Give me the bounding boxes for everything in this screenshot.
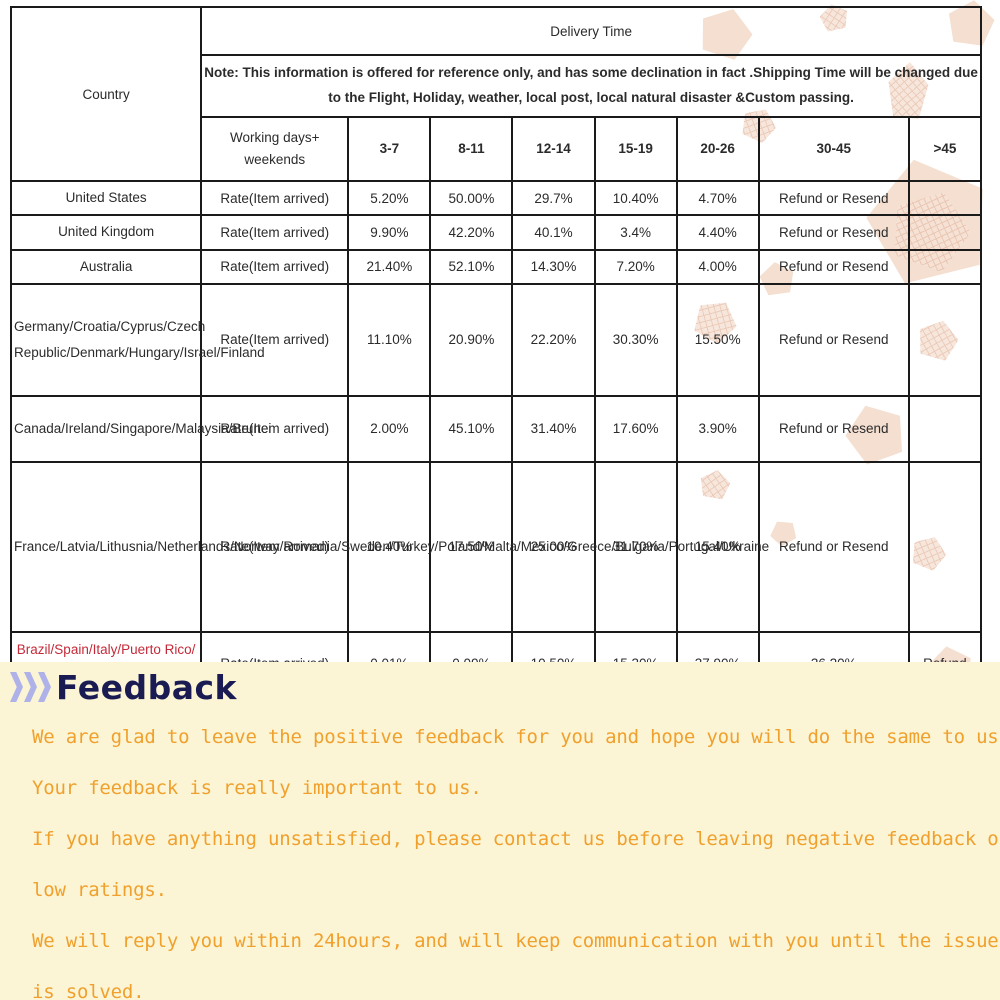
column-header-30-45: 30-45 bbox=[757, 116, 910, 182]
feedback-line: Your feedback is really important to us. bbox=[32, 777, 482, 799]
rate-cell: Rate(Item arrived) bbox=[200, 282, 350, 397]
rate-cell: Rate(Item arrived) bbox=[200, 460, 350, 633]
delivery-rate-3-7: 2.00% bbox=[347, 394, 432, 463]
shipping-info-page: Country Delivery Time Note: This informa… bbox=[0, 0, 1000, 1000]
chevron-right-icon-group bbox=[10, 672, 52, 702]
country-header-cell: Country bbox=[9, 6, 203, 182]
feedback-title: Feedback bbox=[56, 667, 237, 707]
delivery-rate-30-45: Refund or Resend bbox=[757, 248, 910, 285]
country-cell: United Kingdom bbox=[9, 214, 203, 251]
delivery-rate-15-19: 7.20% bbox=[593, 248, 678, 285]
column-header-12-14: 12-14 bbox=[511, 116, 596, 182]
delivery-rate-over-45 bbox=[907, 394, 983, 463]
table-row: Germany/Croatia/Cyprus/Czech Republic/De… bbox=[9, 282, 983, 397]
rate-cell: Rate(Item arrived) bbox=[200, 179, 350, 217]
feedback-line: low ratings. bbox=[32, 879, 167, 901]
delivery-rate-20-26: 4.40% bbox=[675, 214, 760, 251]
feedback-line: We are glad to leave the positive feedba… bbox=[32, 726, 1000, 748]
column-header-working-days: Working days+ weekends bbox=[200, 116, 350, 182]
delivery-rate-3-7: 11.10% bbox=[347, 282, 432, 397]
column-header-15-19: 15-19 bbox=[593, 116, 678, 182]
delivery-rate-15-19: 10.40% bbox=[593, 179, 678, 217]
delivery-rate-15-19: 17.60% bbox=[593, 394, 678, 463]
delivery-rate-12-14: 29.7% bbox=[511, 179, 596, 217]
rate-cell: Rate(Item arrived) bbox=[200, 214, 350, 251]
table-row: Canada/Ireland/Singapore/Malaysia/Brunei… bbox=[9, 394, 983, 463]
working-days-line2: weekends bbox=[244, 152, 306, 167]
delivery-rate-8-11: 42.20% bbox=[429, 214, 514, 251]
delivery-rate-15-19: 3.4% bbox=[593, 214, 678, 251]
delivery-rate-8-11: 52.10% bbox=[429, 248, 514, 285]
rate-cell: Rate(Item arrived) bbox=[200, 248, 350, 285]
table-row: France/Latvia/Lithusnia/Netherlands/Norw… bbox=[9, 460, 983, 633]
delivery-rate-3-7: 5.20% bbox=[347, 179, 432, 217]
delivery-rate-30-45: Refund or Resend bbox=[757, 394, 910, 463]
column-header-20-26: 20-26 bbox=[675, 116, 760, 182]
table-row: Australia Rate(Item arrived) 21.40% 52.10% 1… bbox=[9, 248, 983, 285]
feedback-line: is solved. bbox=[32, 981, 145, 1000]
delivery-rate-8-11: 45.10% bbox=[429, 394, 514, 463]
column-header-over-45: >45 bbox=[907, 116, 983, 182]
delivery-rate-over-45 bbox=[907, 179, 983, 217]
delivery-rate-30-45: Refund or Resend bbox=[757, 214, 910, 251]
delivery-rate-12-14: 31.40% bbox=[511, 394, 596, 463]
country-cell: United States bbox=[9, 179, 203, 217]
country-cell: Germany/Croatia/Cyprus/Czech Republic/De… bbox=[9, 282, 265, 397]
table-row: United States Rate(Item arrived) 5.20% 50.0… bbox=[9, 179, 983, 217]
feedback-heading: Feedback bbox=[0, 662, 1000, 708]
shipping-note-cell: Note: This information is offered for re… bbox=[200, 54, 982, 118]
delivery-rate-30-45: Refund or Resend bbox=[757, 282, 910, 397]
delivery-rate-over-45 bbox=[907, 282, 983, 397]
feedback-text-block: We are glad to leave the positive feedba… bbox=[0, 708, 1000, 1000]
delivery-rate-20-26: 3.90% bbox=[675, 394, 760, 463]
working-days-line1: Working days+ bbox=[230, 130, 320, 146]
delivery-rate-15-19: 30.30% bbox=[593, 282, 678, 397]
feedback-section: Feedback We are glad to leave the positi… bbox=[0, 662, 1000, 1000]
delivery-rate-20-26: 4.00% bbox=[675, 248, 760, 285]
column-header-3-7: 3-7 bbox=[347, 116, 432, 182]
delivery-rate-12-14: 22.20% bbox=[511, 282, 596, 397]
delivery-rate-30-45: Refund or Resend bbox=[757, 460, 910, 633]
delivery-time-header-cell: Delivery Time bbox=[200, 6, 982, 56]
column-header-8-11: 8-11 bbox=[429, 116, 514, 182]
delivery-rate-8-11: 20.90% bbox=[429, 282, 514, 397]
chevron-right-icon bbox=[38, 672, 51, 702]
delivery-rate-3-7: 21.40% bbox=[347, 248, 432, 285]
delivery-rate-12-14: 14.30% bbox=[511, 248, 596, 285]
shipping-time-table: Country Delivery Time Note: This informa… bbox=[9, 6, 983, 696]
delivery-rate-20-26: 4.70% bbox=[675, 179, 760, 217]
delivery-rate-20-26: 15.50% bbox=[675, 282, 760, 397]
table-header-row-title: Country Delivery Time bbox=[9, 6, 982, 182]
table-row: United Kingdom Rate(Item arrived) 9.90% 42.… bbox=[9, 214, 983, 251]
delivery-rate-over-45 bbox=[907, 248, 983, 285]
country-cell: Australia bbox=[9, 248, 203, 285]
delivery-rate-over-45 bbox=[907, 214, 983, 251]
delivery-rate-30-45: Refund or Resend bbox=[757, 179, 910, 217]
delivery-rate-over-45 bbox=[907, 460, 983, 633]
rate-cell: Rate(Item arrived) bbox=[200, 394, 350, 463]
feedback-line: If you have anything unsatisfied, please… bbox=[32, 828, 1000, 850]
delivery-rate-3-7: 9.90% bbox=[347, 214, 432, 251]
delivery-rate-12-14: 40.1% bbox=[511, 214, 596, 251]
feedback-line: We will reply you within 24hours, and wi… bbox=[32, 930, 999, 952]
country-cell: France/Latvia/Lithusnia/Netherlands/Norw… bbox=[9, 460, 769, 633]
chevron-right-icon bbox=[10, 672, 23, 702]
country-cell: Canada/Ireland/Singapore/Malaysia/Brunei bbox=[9, 394, 271, 463]
delivery-rate-8-11: 50.00% bbox=[429, 179, 514, 217]
chevron-right-icon bbox=[24, 672, 37, 702]
